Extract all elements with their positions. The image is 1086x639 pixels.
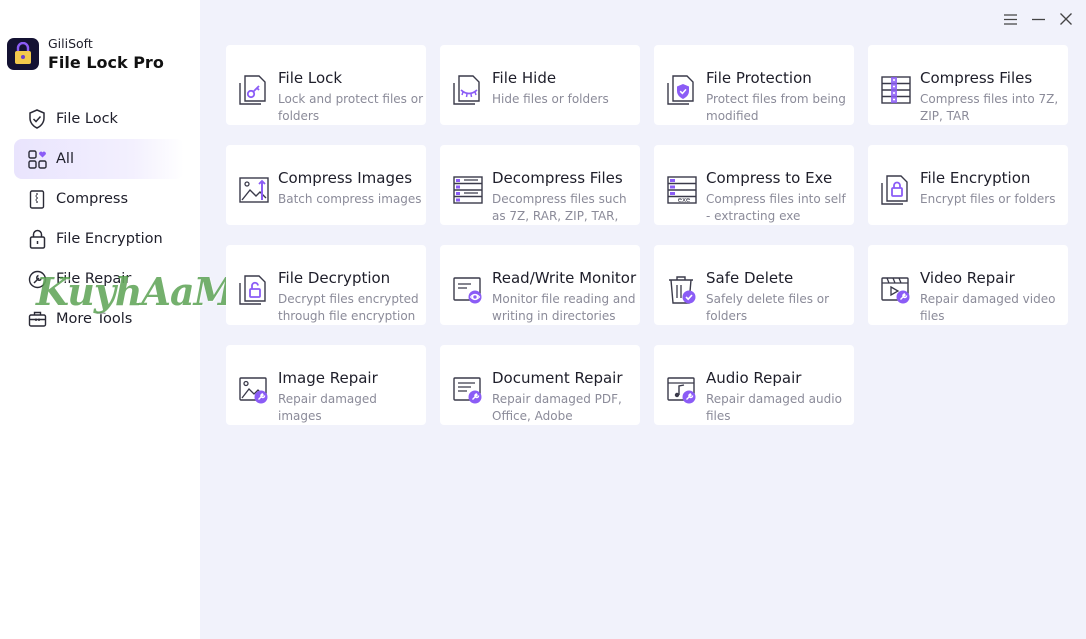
card-file-decryption[interactable]: File Decryption Decrypt files encrypted …: [226, 245, 426, 325]
card-compress-images[interactable]: Compress Images Batch compress images: [226, 145, 426, 225]
sidebar-item-label: File Encryption: [56, 231, 163, 247]
file-hide-icon: [451, 73, 485, 107]
sidebar-item-label: File Repair: [56, 271, 132, 287]
card-desc: Monitor file reading and writing in dire…: [492, 292, 636, 323]
svg-text:exe: exe: [678, 196, 690, 204]
sidebar-item-label: More Tools: [56, 311, 133, 327]
wrench-icon: [27, 269, 47, 289]
tool-grid: File Lock Lock and protect files or fold…: [226, 45, 1068, 425]
compress-exe-icon: exe: [665, 173, 699, 207]
card-compress-files[interactable]: Compress Files Compress files into 7Z, Z…: [868, 45, 1068, 125]
sidebar-item-more-tools[interactable]: More Tools: [14, 299, 184, 339]
zipper-icon: [27, 189, 47, 209]
decompress-files-icon: [451, 173, 485, 207]
card-desc: Decompress files such as 7Z, RAR, ZIP, T…: [492, 192, 627, 223]
card-video-repair[interactable]: Video Repair Repair damaged video files: [868, 245, 1068, 325]
sidebar-item-compress[interactable]: Compress: [14, 179, 184, 219]
card-desc: Repair damaged images: [278, 392, 377, 423]
card-desc: Protect files from being modified: [706, 92, 846, 123]
card-file-lock[interactable]: File Lock Lock and protect files or fold…: [226, 45, 426, 125]
card-desc: Compress files into 7Z, ZIP, TAR: [920, 92, 1059, 123]
grid-heart-icon: [27, 149, 47, 169]
card-file-protection[interactable]: File Protection Protect files from being…: [654, 45, 854, 125]
brand-product: File Lock Pro: [48, 52, 164, 72]
sidebar-item-label: File Lock: [56, 111, 118, 127]
file-encryption-icon: [879, 173, 913, 207]
monitor-icon: [451, 273, 485, 307]
padlock-icon: [27, 229, 47, 249]
window-controls: [996, 10, 1080, 28]
toolbox-icon: [27, 309, 47, 329]
card-title: File Hide: [492, 69, 557, 87]
compress-files-icon: [879, 73, 913, 107]
card-audio-repair[interactable]: Audio Repair Repair damaged audio files: [654, 345, 854, 425]
app-logo-icon: [7, 38, 39, 71]
sidebar-item-file-encryption[interactable]: File Encryption: [14, 219, 184, 259]
card-title: Video Repair: [920, 269, 1015, 287]
compress-images-icon: [237, 173, 271, 207]
card-title: Decompress Files: [492, 169, 623, 187]
sidebar-item-label: All: [56, 151, 74, 167]
menu-icon[interactable]: [996, 10, 1024, 28]
file-lock-icon: [237, 73, 271, 107]
audio-repair-icon: [665, 373, 699, 407]
sidebar-item-file-repair[interactable]: File Repair: [14, 259, 184, 299]
sidebar-item-label: Compress: [56, 191, 128, 207]
card-title: File Lock: [278, 69, 343, 87]
card-desc: Lock and protect files or folders: [278, 92, 424, 123]
card-desc: Repair damaged audio files: [706, 392, 842, 423]
card-desc: Hide files or folders: [492, 92, 609, 106]
card-title: Safe Delete: [706, 269, 794, 287]
close-icon[interactable]: [1052, 10, 1080, 28]
sidebar-nav: File Lock All Compress File Encryption F…: [14, 99, 184, 339]
file-protection-icon: [665, 73, 699, 107]
card-title: Document Repair: [492, 369, 623, 387]
card-desc: Repair damaged video files: [920, 292, 1056, 323]
card-title: Compress Images: [278, 169, 413, 187]
card-safe-delete[interactable]: Safe Delete Safely delete files or folde…: [654, 245, 854, 325]
brand: GiliSoft File Lock Pro: [7, 36, 164, 72]
document-repair-icon: [451, 373, 485, 407]
card-desc: Decrypt files encrypted through file enc…: [278, 292, 419, 323]
card-title: File Protection: [706, 69, 812, 87]
card-title: File Decryption: [278, 269, 391, 287]
card-title: File Encryption: [920, 169, 1031, 187]
sidebar-item-file-lock[interactable]: File Lock: [14, 99, 184, 139]
file-decryption-icon: [237, 273, 271, 307]
card-desc: Repair damaged PDF, Office, Adobe docume…: [492, 392, 622, 423]
sidebar: GiliSoft File Lock Pro File Lock All Com…: [0, 0, 259, 639]
card-read-write-monitor[interactable]: Read/Write Monitor Monitor file reading …: [440, 245, 640, 325]
card-desc: Batch compress images: [278, 192, 422, 206]
image-repair-icon: [237, 373, 271, 407]
shield-icon: [27, 109, 47, 129]
card-compress-to-exe[interactable]: exe Compress to Exe Compress files into …: [654, 145, 854, 225]
card-decompress-files[interactable]: Decompress Files Decompress files such a…: [440, 145, 640, 225]
card-file-hide[interactable]: File Hide Hide files or folders: [440, 45, 640, 125]
brand-company: GiliSoft: [48, 36, 93, 51]
video-repair-icon: [879, 273, 913, 307]
minimize-icon[interactable]: [1024, 10, 1052, 28]
card-desc: Safely delete files or folders: [706, 292, 830, 323]
card-desc: Encrypt files or folders: [920, 192, 1056, 206]
card-title: Read/Write Monitor: [492, 269, 637, 287]
sidebar-item-all[interactable]: All: [14, 139, 184, 179]
card-title: Compress to Exe: [706, 169, 833, 187]
card-title: Audio Repair: [706, 369, 802, 387]
card-title: Image Repair: [278, 369, 378, 387]
card-file-encryption[interactable]: File Encryption Encrypt files or folders: [868, 145, 1068, 225]
card-title: Compress Files: [920, 69, 1033, 87]
card-desc: Compress files into self - extracting ex…: [706, 192, 846, 223]
card-document-repair[interactable]: Document Repair Repair damaged PDF, Offi…: [440, 345, 640, 425]
trash-icon: [665, 273, 699, 307]
card-image-repair[interactable]: Image Repair Repair damaged images: [226, 345, 426, 425]
